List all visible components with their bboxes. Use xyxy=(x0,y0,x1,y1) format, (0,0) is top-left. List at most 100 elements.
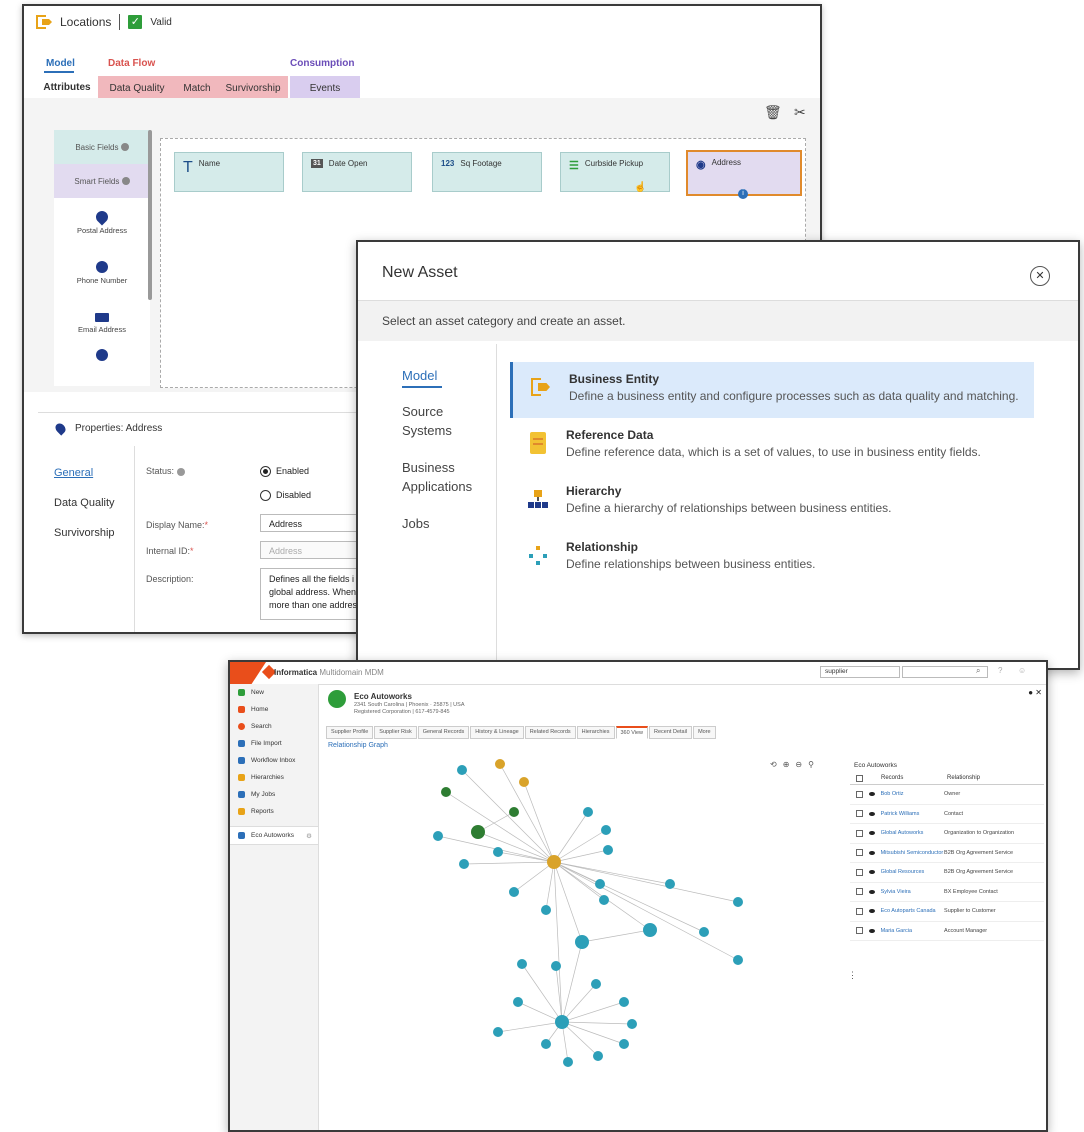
tab-360-view[interactable]: 360 View xyxy=(615,726,649,739)
relationship-graph[interactable] xyxy=(318,752,848,1132)
row-checkbox[interactable] xyxy=(856,927,863,935)
row-checkbox[interactable] xyxy=(856,790,863,798)
props-nav-general[interactable]: General xyxy=(54,458,115,488)
record-link[interactable]: Sylvia Vieira xyxy=(881,889,944,895)
palette-scrollbar[interactable] xyxy=(148,130,152,300)
description-textarea[interactable]: Defines all the fields i global address.… xyxy=(260,568,370,620)
eye-icon[interactable] xyxy=(868,811,875,816)
trash-icon[interactable]: 🗑 xyxy=(764,104,782,121)
gear-icon[interactable]: ⚙ xyxy=(306,832,312,840)
tab-more[interactable]: More xyxy=(693,726,716,739)
graph-node[interactable] xyxy=(459,859,469,869)
graph-node[interactable] xyxy=(541,905,551,915)
nav-file-import[interactable]: File Import xyxy=(230,735,318,752)
display-name-input[interactable]: Address xyxy=(260,514,370,532)
graph-node[interactable] xyxy=(509,807,519,817)
graph-hub-node[interactable] xyxy=(555,1015,569,1029)
graph-node[interactable] xyxy=(599,895,609,905)
eye-icon[interactable] xyxy=(868,909,875,914)
close-icon[interactable]: ● ✕ xyxy=(1028,688,1042,697)
record-link[interactable]: Mitsubishi Semiconductor xyxy=(881,850,944,856)
select-all-checkbox[interactable] xyxy=(856,775,863,782)
record-link[interactable]: Eco Autoparts Canada xyxy=(881,908,944,914)
email-address-item[interactable]: Email Address xyxy=(54,298,150,348)
graph-node[interactable] xyxy=(541,1039,551,1049)
status-disabled-radio[interactable]: Disabled xyxy=(260,490,311,502)
graph-hub-node[interactable] xyxy=(643,923,657,937)
graph-node[interactable] xyxy=(601,825,611,835)
row-checkbox[interactable] xyxy=(856,907,863,915)
record-link[interactable]: Patrick Williams xyxy=(881,811,944,817)
tab-group-data-flow[interactable]: Data Flow xyxy=(108,58,155,69)
record-link[interactable]: Global Autoworks xyxy=(881,830,944,836)
nav-workflow-inbox[interactable]: Workflow Inbox xyxy=(230,752,318,769)
nav-search[interactable]: Search xyxy=(230,718,318,735)
basic-fields-tab[interactable]: Basic Fields xyxy=(54,130,150,164)
relationship-row[interactable]: Bob Ortiz Owner xyxy=(850,785,1044,805)
relationship-row[interactable]: Maria Garcia Account Manager xyxy=(850,922,1044,941)
graph-node[interactable] xyxy=(551,961,561,971)
graph-node[interactable] xyxy=(513,997,523,1007)
close-icon[interactable]: ✕ xyxy=(1030,266,1050,286)
graph-node[interactable] xyxy=(593,1051,603,1061)
graph-node[interactable] xyxy=(583,807,593,817)
relationship-row[interactable]: Eco Autoparts Canada Supplier to Customer xyxy=(850,902,1044,922)
smart-fields-tab[interactable]: Smart Fields xyxy=(54,164,150,198)
field-card-date-open[interactable]: 31 Date Open xyxy=(302,152,412,192)
tab-group-consumption[interactable]: Consumption xyxy=(290,58,354,69)
tab-supplier-profile[interactable]: Supplier Profile xyxy=(326,726,374,739)
graph-node[interactable] xyxy=(441,787,451,797)
graph-hub-node[interactable] xyxy=(575,935,589,949)
postal-address-item[interactable]: Postal Address xyxy=(54,198,150,248)
category-model[interactable]: Model xyxy=(402,366,482,385)
tab-match[interactable]: Match xyxy=(176,76,218,100)
graph-node[interactable] xyxy=(733,897,743,907)
tab-events[interactable]: Events xyxy=(290,76,360,100)
eye-icon[interactable] xyxy=(868,928,875,933)
eye-icon[interactable] xyxy=(868,792,875,797)
nav-reports[interactable]: Reports xyxy=(230,803,318,820)
tab-survivorship[interactable]: Survivorship xyxy=(218,76,288,100)
eye-icon[interactable] xyxy=(868,850,875,855)
eye-icon[interactable] xyxy=(868,889,875,894)
tab-supplier-risk[interactable]: Supplier Risk xyxy=(374,726,417,739)
row-checkbox[interactable] xyxy=(856,868,863,876)
option-business-entity[interactable]: Business Entity Define a business entity… xyxy=(510,362,1034,418)
graph-node[interactable] xyxy=(595,879,605,889)
eye-icon[interactable] xyxy=(868,870,875,875)
field-card-name[interactable]: T Name xyxy=(174,152,284,192)
graph-node[interactable] xyxy=(733,955,743,965)
props-nav-survivorship[interactable]: Survivorship xyxy=(54,518,115,548)
option-reference-data[interactable]: Reference Data Define reference data, wh… xyxy=(510,418,1034,474)
graph-node[interactable] xyxy=(619,997,629,1007)
nav-new[interactable]: New xyxy=(230,684,318,701)
relationship-row[interactable]: Mitsubishi Semiconductor B2B Org Agreemen… xyxy=(850,844,1044,863)
tab-related-records[interactable]: Related Records xyxy=(524,726,576,739)
graph-node[interactable] xyxy=(603,845,613,855)
option-hierarchy[interactable]: Hierarchy Define a hierarchy of relation… xyxy=(510,474,1034,530)
graph-hub-node[interactable] xyxy=(547,855,561,869)
nav-recent-eco-autoworks[interactable]: Eco Autoworks ⚙ xyxy=(230,826,318,845)
tab-group-model[interactable]: Model xyxy=(46,58,75,69)
row-checkbox[interactable] xyxy=(856,829,863,837)
category-business-applications[interactable]: Business Applications xyxy=(402,458,482,496)
search-icon[interactable]: ⌕ xyxy=(976,666,980,676)
tab-hierarchies[interactable]: Hierarchies xyxy=(576,726,615,739)
record-link[interactable]: Global Resources xyxy=(881,869,944,875)
props-nav-data-quality[interactable]: Data Quality xyxy=(54,488,115,518)
graph-node[interactable] xyxy=(493,847,503,857)
graph-hub-node[interactable] xyxy=(471,825,485,839)
row-checkbox[interactable] xyxy=(856,849,863,857)
tab-attributes[interactable]: Attributes xyxy=(36,76,98,100)
tab-history-lineage[interactable]: History & Lineage xyxy=(470,726,524,739)
internal-id-input[interactable]: Address xyxy=(260,541,370,559)
help-icon[interactable]: ? xyxy=(998,666,1002,675)
phone-number-item[interactable]: Phone Number xyxy=(54,248,150,298)
relationship-row[interactable]: Patrick Williams Contact xyxy=(850,805,1044,824)
relationship-row[interactable]: Global Autoworks Organization to Organiza… xyxy=(850,824,1044,844)
record-link[interactable]: Bob Ortiz xyxy=(881,791,944,797)
relationship-row[interactable]: Global Resources B2B Org Agreement Servic… xyxy=(850,863,1044,883)
graph-node[interactable] xyxy=(495,759,505,769)
info-icon[interactable]: i xyxy=(738,189,748,199)
search-type-input[interactable]: supplier xyxy=(820,666,900,678)
